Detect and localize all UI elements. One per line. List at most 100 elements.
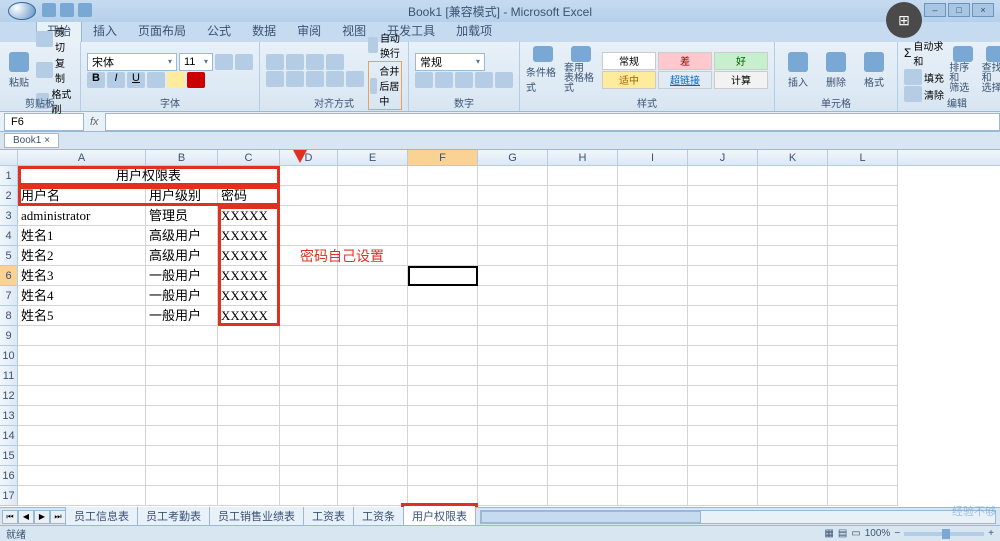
row-header-14[interactable]: 14 [0,426,18,446]
delete-button[interactable]: 删除 [819,46,853,94]
cell-J6[interactable] [688,266,758,286]
cell-F7[interactable] [408,286,478,306]
cell-B6[interactable]: 一般用户 [146,266,218,286]
cell-I7[interactable] [618,286,688,306]
cell-J1[interactable] [688,166,758,186]
align-right-icon[interactable] [306,71,324,87]
zoom-slider[interactable] [904,532,984,536]
cell-H13[interactable] [548,406,618,426]
cell-B7[interactable]: 一般用户 [146,286,218,306]
cell-C14[interactable] [218,426,280,446]
percent-icon[interactable] [435,72,453,88]
cell-E9[interactable] [338,326,408,346]
cell-A13[interactable] [18,406,146,426]
formula-input[interactable] [105,113,1000,131]
maximize-button[interactable]: □ [948,3,970,17]
cell-F6[interactable] [408,266,478,286]
autosum-button[interactable]: Σ自动求和 [904,38,945,68]
cell-D16[interactable] [280,466,338,486]
cell-B4[interactable]: 高级用户 [146,226,218,246]
cell-B13[interactable] [146,406,218,426]
cell-I11[interactable] [618,366,688,386]
workbook-tab[interactable]: Book1 × [4,133,59,148]
cell-A9[interactable] [18,326,146,346]
cell-E4[interactable] [338,226,408,246]
cell-F2[interactable] [408,186,478,206]
cell-D6[interactable] [280,266,338,286]
cell-I13[interactable] [618,406,688,426]
cell-J3[interactable] [688,206,758,226]
fill-button[interactable]: 填充 [904,69,945,85]
cell-A2[interactable]: 用户名 [18,186,146,206]
cell-G17[interactable] [478,486,548,506]
cell-K2[interactable] [758,186,828,206]
cell-C9[interactable] [218,326,280,346]
tab-公式[interactable]: 公式 [197,19,241,42]
cell-I6[interactable] [618,266,688,286]
cell-J13[interactable] [688,406,758,426]
view-normal-icon[interactable]: ▦ [824,528,833,539]
row-header-6[interactable]: 6 [0,266,18,286]
cell-F14[interactable] [408,426,478,446]
cell-D14[interactable] [280,426,338,446]
cell-J5[interactable] [688,246,758,266]
cell-C2[interactable]: 密码 [218,186,280,206]
cell-C6[interactable]: XXXXX [218,266,280,286]
align-mid-icon[interactable] [286,54,304,70]
col-header-D[interactable]: D [280,150,338,165]
cell-B14[interactable] [146,426,218,446]
style-calc[interactable]: 计算 [714,71,768,89]
cell-G12[interactable] [478,386,548,406]
cell-F4[interactable] [408,226,478,246]
paste-button[interactable]: 粘贴 [6,46,32,94]
qat-redo-icon[interactable] [78,3,92,17]
cell-B8[interactable]: 一般用户 [146,306,218,326]
col-header-B[interactable]: B [146,150,218,165]
cell-J14[interactable] [688,426,758,446]
last-sheet-icon[interactable]: ⏭ [50,510,66,524]
cell-G5[interactable] [478,246,548,266]
orientation-icon[interactable] [326,54,344,70]
cell-G16[interactable] [478,466,548,486]
cell-F10[interactable] [408,346,478,366]
indent-dec-icon[interactable] [326,71,344,87]
cell-H9[interactable] [548,326,618,346]
cell-E14[interactable] [338,426,408,446]
cell-K7[interactable] [758,286,828,306]
cell-H17[interactable] [548,486,618,506]
col-header-I[interactable]: I [618,150,688,165]
cell-K3[interactable] [758,206,828,226]
cell-G10[interactable] [478,346,548,366]
fx-icon[interactable]: fx [90,116,99,128]
cell-J10[interactable] [688,346,758,366]
cell-K6[interactable] [758,266,828,286]
prev-sheet-icon[interactable]: ◀ [18,510,34,524]
style-neutral[interactable]: 适中 [602,71,656,89]
cell-L15[interactable] [828,446,898,466]
worksheet-grid[interactable]: ABCDEFGHIJKL 1234567891011121314151617 用… [0,150,1000,510]
find-button[interactable]: 查找和 选择 [982,46,1000,94]
cell-L16[interactable] [828,466,898,486]
cell-E16[interactable] [338,466,408,486]
cell-J4[interactable] [688,226,758,246]
cell-A15[interactable] [18,446,146,466]
cell-A16[interactable] [18,466,146,486]
tab-插入[interactable]: 插入 [83,19,127,42]
cell-D17[interactable] [280,486,338,506]
view-break-icon[interactable]: ▭ [851,528,860,539]
cell-D13[interactable] [280,406,338,426]
cell-B3[interactable]: 管理员 [146,206,218,226]
shrink-font-icon[interactable] [235,54,253,70]
sheet-tab-员工信息表[interactable]: 员工信息表 [65,507,138,526]
cell-I17[interactable] [618,486,688,506]
align-top-icon[interactable] [266,54,284,70]
cell-L10[interactable] [828,346,898,366]
row-header-15[interactable]: 15 [0,446,18,466]
cell-A8[interactable]: 姓名5 [18,306,146,326]
zoom-in-button[interactable]: + [988,528,994,539]
cell-B12[interactable] [146,386,218,406]
cell-F16[interactable] [408,466,478,486]
cell-J7[interactable] [688,286,758,306]
insert-button[interactable]: 插入 [781,46,815,94]
sheet-tab-工资条[interactable]: 工资条 [353,507,404,526]
